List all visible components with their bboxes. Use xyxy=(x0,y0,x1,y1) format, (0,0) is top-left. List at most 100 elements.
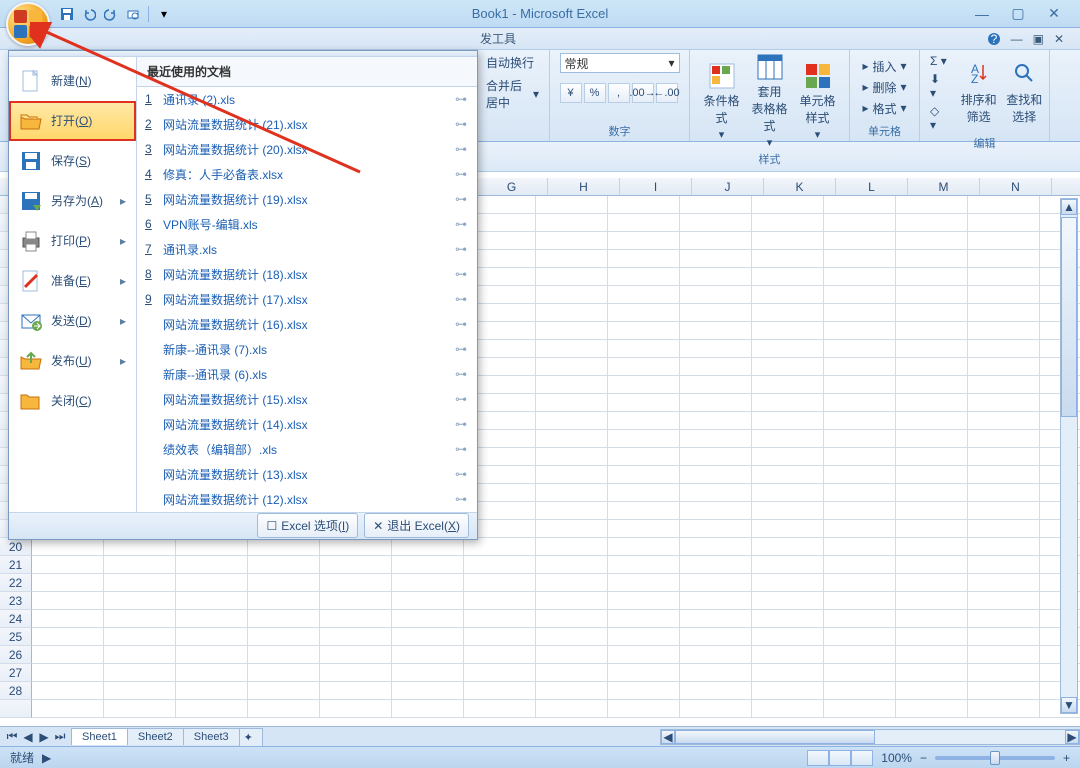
cell[interactable] xyxy=(176,592,248,609)
cell[interactable] xyxy=(752,340,824,357)
cell[interactable] xyxy=(752,358,824,375)
cell[interactable] xyxy=(608,268,680,285)
autosum-button[interactable]: Σ ▾ xyxy=(926,53,952,69)
recent-document-item[interactable]: 3网站流量数据统计 (20).xlsx⊶ xyxy=(137,137,477,162)
cell[interactable] xyxy=(968,682,1040,699)
row-header[interactable]: 23 xyxy=(0,592,32,610)
cell[interactable] xyxy=(752,682,824,699)
cell[interactable] xyxy=(248,646,320,663)
cell[interactable] xyxy=(104,592,176,609)
cell[interactable] xyxy=(824,538,896,555)
cell[interactable] xyxy=(752,376,824,393)
cell[interactable] xyxy=(536,286,608,303)
new-sheet-button[interactable]: ✦ xyxy=(239,728,263,746)
cell[interactable] xyxy=(968,502,1040,519)
cell[interactable] xyxy=(104,682,176,699)
cell[interactable] xyxy=(896,304,968,321)
cell[interactable] xyxy=(248,538,320,555)
pin-icon[interactable]: ⊶ xyxy=(455,242,467,256)
cell[interactable] xyxy=(104,610,176,627)
cell[interactable] xyxy=(896,502,968,519)
cell[interactable] xyxy=(32,646,104,663)
cell[interactable] xyxy=(968,628,1040,645)
cell[interactable] xyxy=(536,610,608,627)
cell[interactable] xyxy=(608,376,680,393)
cell[interactable] xyxy=(752,700,824,717)
cell[interactable] xyxy=(608,628,680,645)
cell[interactable] xyxy=(824,286,896,303)
qat-customize-dropdown[interactable]: ▾ xyxy=(155,5,173,23)
cell[interactable] xyxy=(968,304,1040,321)
cell[interactable] xyxy=(752,610,824,627)
cell[interactable] xyxy=(536,628,608,645)
pin-icon[interactable]: ⊶ xyxy=(455,317,467,331)
cell[interactable] xyxy=(32,574,104,591)
office-menu-new[interactable]: 新建(N) xyxy=(9,61,136,101)
cell[interactable] xyxy=(536,592,608,609)
cell[interactable] xyxy=(104,700,176,717)
cell[interactable] xyxy=(824,646,896,663)
cell[interactable] xyxy=(536,430,608,447)
qat-undo-icon[interactable] xyxy=(80,5,98,23)
cell[interactable] xyxy=(968,574,1040,591)
cell[interactable] xyxy=(464,538,536,555)
cell[interactable] xyxy=(608,538,680,555)
cell[interactable] xyxy=(320,682,392,699)
cell[interactable] xyxy=(824,358,896,375)
cell[interactable] xyxy=(680,376,752,393)
cell[interactable] xyxy=(824,340,896,357)
cell[interactable] xyxy=(320,628,392,645)
cell[interactable] xyxy=(968,286,1040,303)
sheet-nav-prev[interactable]: ◀ xyxy=(20,729,36,745)
cell[interactable] xyxy=(896,592,968,609)
recent-document-item[interactable]: 绩效表（编辑部）.xls⊶ xyxy=(137,437,477,462)
cell[interactable] xyxy=(392,592,464,609)
maximize-button[interactable]: ▢ xyxy=(1006,5,1030,23)
cell[interactable] xyxy=(968,250,1040,267)
cell[interactable] xyxy=(608,322,680,339)
cell[interactable] xyxy=(824,664,896,681)
cell[interactable] xyxy=(392,646,464,663)
office-menu-print[interactable]: 打印(P)▸ xyxy=(9,221,136,261)
cell[interactable] xyxy=(536,520,608,537)
cell[interactable] xyxy=(752,664,824,681)
cell[interactable] xyxy=(680,610,752,627)
cell[interactable] xyxy=(608,304,680,321)
cell[interactable] xyxy=(968,448,1040,465)
column-header[interactable]: G xyxy=(476,178,548,195)
recent-document-item[interactable]: 4修真：人手必备表.xlsx⊶ xyxy=(137,162,477,187)
cell[interactable] xyxy=(680,340,752,357)
cell[interactable] xyxy=(824,412,896,429)
cell[interactable] xyxy=(32,556,104,573)
cell[interactable] xyxy=(824,628,896,645)
sheet-nav-next[interactable]: ▶ xyxy=(36,729,52,745)
cell[interactable] xyxy=(968,592,1040,609)
recent-document-item[interactable]: 网站流量数据统计 (15).xlsx⊶ xyxy=(137,387,477,412)
cell[interactable] xyxy=(896,538,968,555)
cell[interactable] xyxy=(896,520,968,537)
qat-redo-icon[interactable] xyxy=(102,5,120,23)
close-button[interactable]: ✕ xyxy=(1042,5,1066,23)
zoom-percent[interactable]: 100% xyxy=(881,751,912,765)
cell[interactable] xyxy=(392,682,464,699)
cell[interactable] xyxy=(464,592,536,609)
cell[interactable] xyxy=(32,664,104,681)
exit-excel-button[interactable]: ✕ 退出 Excel(X) xyxy=(364,513,469,538)
cell[interactable] xyxy=(752,250,824,267)
cell[interactable] xyxy=(608,664,680,681)
currency-button[interactable]: ¥ xyxy=(560,83,582,103)
wrap-text-button[interactable]: 自动换行 xyxy=(482,53,538,72)
cell[interactable] xyxy=(896,322,968,339)
percent-button[interactable]: % xyxy=(584,83,606,103)
cell[interactable] xyxy=(536,646,608,663)
cell[interactable] xyxy=(464,700,536,717)
cell[interactable] xyxy=(824,376,896,393)
recent-document-item[interactable]: 9网站流量数据统计 (17).xlsx⊶ xyxy=(137,287,477,312)
cell[interactable] xyxy=(536,268,608,285)
cell[interactable] xyxy=(176,700,248,717)
cell[interactable] xyxy=(824,610,896,627)
cell[interactable] xyxy=(536,250,608,267)
cell[interactable] xyxy=(824,520,896,537)
recent-document-item[interactable]: 网站流量数据统计 (12).xlsx⊶ xyxy=(137,487,477,512)
cell[interactable] xyxy=(752,286,824,303)
